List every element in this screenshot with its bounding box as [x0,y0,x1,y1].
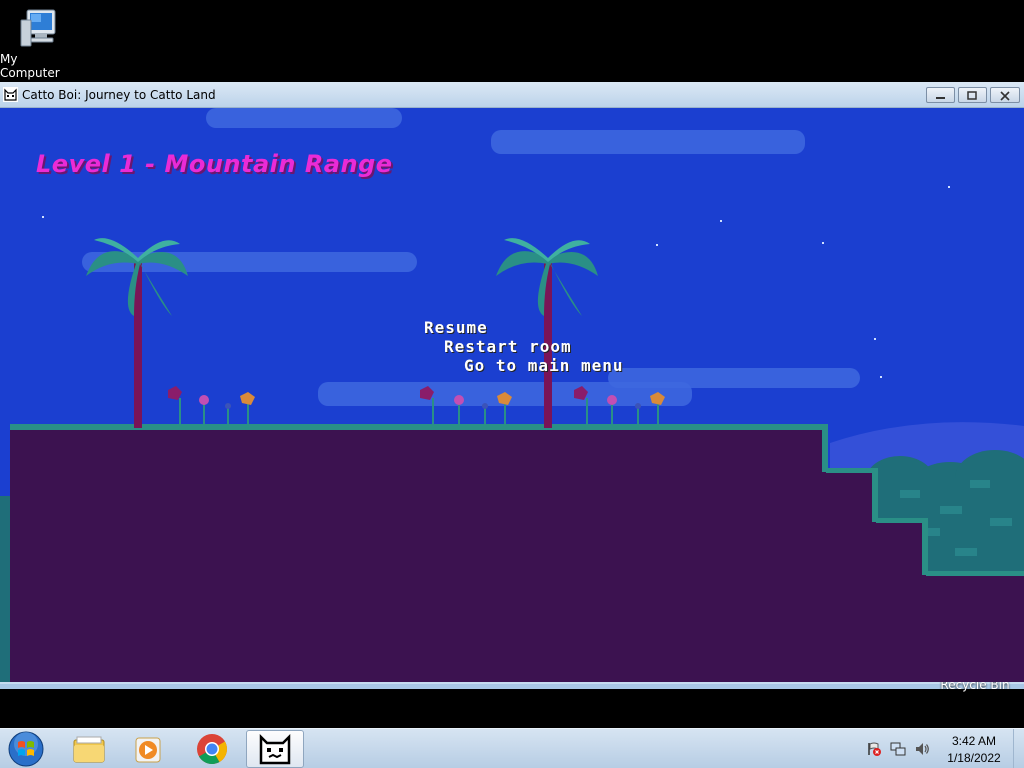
menu-go-to-main-menu[interactable]: Go to main menu [464,356,624,375]
terrain [0,238,1024,684]
window-titlebar[interactable]: Catto Boi: Journey to Catto Land [0,82,1024,108]
network-icon[interactable] [890,741,906,757]
menu-restart-room[interactable]: Restart room [444,337,572,356]
windows-explorer-icon[interactable] [60,730,118,768]
restore-button[interactable] [958,87,987,103]
my-computer-label: My Computer [0,52,60,80]
flowers [420,386,512,424]
game-window: Catto Boi: Journey to Catto Land Level 1… [0,82,1024,689]
start-orb-icon[interactable] [6,730,46,768]
clock-time[interactable]: 3:42 AM [924,734,1024,748]
computer-icon [17,6,61,52]
flowers [168,386,255,424]
window-title: Catto Boi: Journey to Catto Land [22,88,216,102]
minimize-button[interactable] [926,87,955,103]
close-button[interactable] [990,87,1020,103]
clock-date[interactable]: 1/18/2022 [924,751,1024,765]
taskbar: 3:42 AM 1/18/2022 [0,728,1024,768]
recycle-bin-label: Recycle Bin [940,682,1010,692]
my-computer-desktop-icon[interactable]: My Computer [0,6,78,80]
catto-app-icon [3,87,18,102]
show-desktop-button[interactable] [1013,729,1024,768]
game-canvas[interactable]: Level 1 - Mountain Range Resume Restart … [0,108,1024,684]
desktop: My Computer Catto Boi: Journey to Catto … [0,0,1024,768]
media-player-icon[interactable] [120,730,178,768]
palm-tree [86,238,188,428]
catto-game-icon[interactable] [246,730,304,768]
action-center-flag-icon[interactable] [866,741,882,757]
recycle-bin-desktop-icon[interactable]: Recycle Bin [938,682,1012,696]
menu-resume[interactable]: Resume [424,318,488,337]
chrome-icon[interactable] [183,730,241,768]
flowers [574,386,665,424]
